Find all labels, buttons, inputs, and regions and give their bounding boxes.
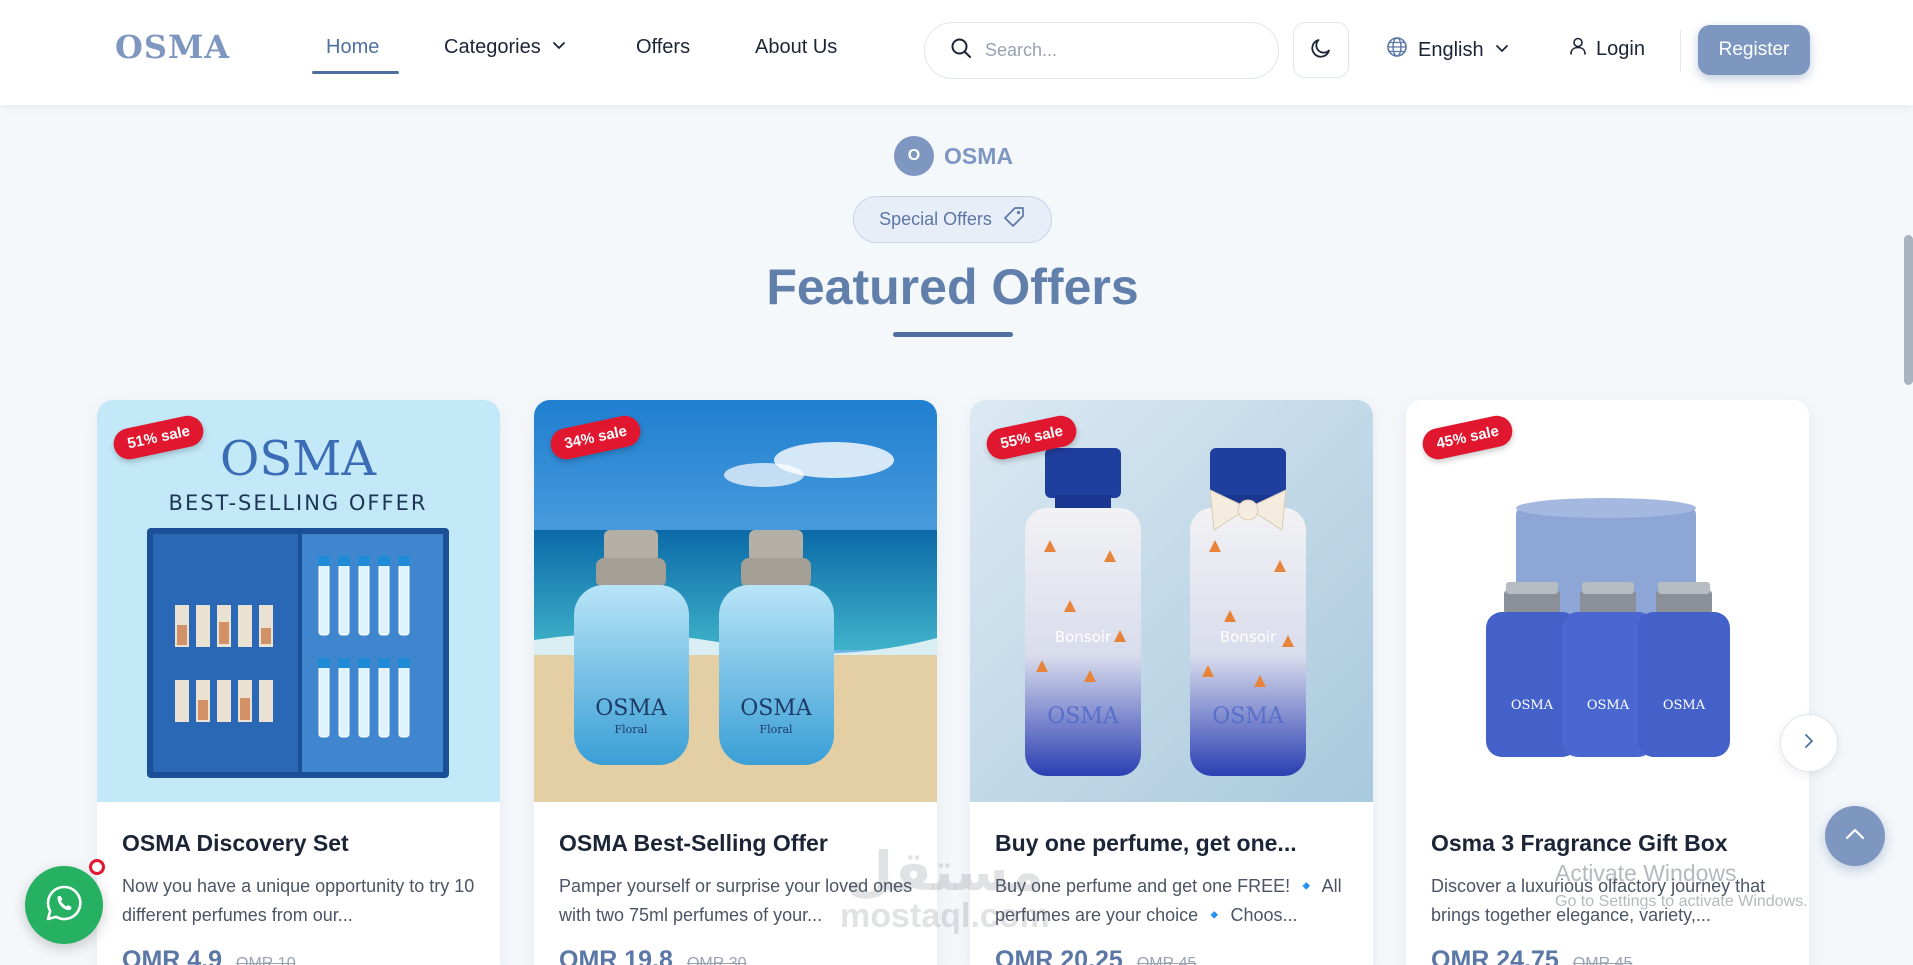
theme-toggle-button[interactable] bbox=[1293, 22, 1349, 78]
old-price: OMR 30 bbox=[686, 955, 747, 965]
nav-about-us[interactable]: About Us bbox=[755, 36, 837, 59]
login-link[interactable]: Login bbox=[1568, 36, 1645, 62]
old-price: OMR 45 bbox=[1136, 955, 1197, 965]
image-variant-text: Bonsoir bbox=[1055, 628, 1112, 646]
nav-divider bbox=[1680, 30, 1681, 72]
brand-name: OSMA bbox=[944, 142, 1013, 169]
nav-categories-label: Categories bbox=[444, 36, 541, 58]
image-brand-text: OSMA bbox=[1212, 704, 1285, 729]
language-label: English bbox=[1418, 38, 1484, 61]
chevron-up-icon bbox=[1842, 821, 1868, 852]
image-offer-text: BEST-SELLING OFFER bbox=[169, 491, 428, 515]
current-price: OMR 4.9 bbox=[122, 946, 223, 965]
whatsapp-icon bbox=[44, 883, 84, 928]
chevron-down-icon bbox=[1494, 39, 1510, 62]
image-variant-text: Floral bbox=[759, 723, 793, 736]
image-variant-text: Bonsoir bbox=[1220, 628, 1277, 646]
product-image[interactable]: OSMA OSMA OSMA bbox=[1406, 400, 1809, 802]
card-description: Now you have a unique opportunity to try… bbox=[122, 876, 475, 925]
nav-home[interactable]: Home bbox=[326, 36, 379, 59]
image-brand-text: OSMA bbox=[1047, 704, 1120, 729]
page-scrollbar[interactable] bbox=[1904, 235, 1913, 385]
nav-offers[interactable]: Offers bbox=[636, 36, 690, 59]
tag-icon bbox=[1002, 205, 1026, 234]
login-label: Login bbox=[1596, 37, 1645, 60]
activate-windows-overlay: Activate Windows Go to Settings to activ… bbox=[1555, 860, 1808, 911]
watermark-url: mostaql.com bbox=[840, 897, 1050, 935]
special-offers-label: Special Offers bbox=[879, 209, 992, 229]
image-brand-text: OSMA bbox=[1663, 698, 1706, 713]
chevron-right-icon bbox=[1800, 732, 1818, 755]
old-price: OMR 10 bbox=[236, 955, 296, 965]
product-image[interactable]: Bonsoir Bonsoir OSMA OSMA bbox=[970, 400, 1373, 802]
image-brand-text: OSMA bbox=[220, 431, 377, 487]
title-underline bbox=[893, 332, 1013, 337]
section-brand: O OSMA bbox=[894, 136, 1013, 176]
nav-about-label: About Us bbox=[755, 36, 838, 58]
image-brand-text: OSMA bbox=[1587, 698, 1630, 713]
image-brand-text: OSMA bbox=[1511, 698, 1554, 713]
special-offers-pill: Special Offers bbox=[853, 196, 1052, 243]
offer-card[interactable]: OSMA BEST-SELLING OFFER 51% sale OSMA Di… bbox=[97, 400, 500, 965]
card-price: OMR 4.9 OMR 10 bbox=[122, 946, 296, 965]
search-box bbox=[924, 22, 1279, 79]
current-price: OMR 19.8 bbox=[559, 946, 673, 965]
card-price: OMR 20.25 OMR 45 bbox=[995, 946, 1196, 965]
chevron-down-icon bbox=[551, 36, 567, 59]
brand-circle-icon: O bbox=[894, 136, 934, 176]
product-image[interactable]: OSMA BEST-SELLING OFFER bbox=[97, 400, 500, 802]
watermark: مستقل mostaql.com bbox=[840, 845, 1050, 933]
image-brand-text: OSMA bbox=[740, 696, 813, 721]
search-icon bbox=[949, 36, 973, 65]
section-title: Featured Offers bbox=[766, 259, 1139, 315]
logo[interactable]: OSMA bbox=[115, 28, 230, 66]
scroll-to-top-button[interactable] bbox=[1825, 806, 1885, 866]
card-price: OMR 24.75 OMR 45 bbox=[1431, 946, 1632, 965]
carousel-next-button[interactable] bbox=[1780, 714, 1838, 772]
card-title[interactable]: OSMA Discovery Set bbox=[122, 830, 482, 857]
search-input[interactable] bbox=[985, 40, 1245, 61]
card-title[interactable]: Osma 3 Fragrance Gift Box bbox=[1431, 830, 1791, 857]
register-button[interactable]: Register bbox=[1698, 25, 1810, 75]
current-price: OMR 24.75 bbox=[1431, 946, 1559, 965]
nav-active-underline bbox=[312, 71, 399, 74]
activate-title: Activate Windows bbox=[1555, 860, 1737, 886]
nav-offers-label: Offers bbox=[636, 36, 691, 58]
image-brand-text: OSMA bbox=[595, 696, 668, 721]
activate-subtitle: Go to Settings to activate Windows. bbox=[1555, 893, 1808, 910]
navbar: OSMA Home Categories Offers About Us Eng… bbox=[0, 0, 1913, 105]
product-image[interactable]: OSMA Floral OSMA Floral bbox=[534, 400, 937, 802]
globe-icon bbox=[1386, 36, 1408, 64]
card-price: OMR 19.8 OMR 30 bbox=[559, 946, 747, 965]
nav-categories[interactable]: Categories bbox=[444, 36, 567, 59]
user-icon bbox=[1568, 36, 1588, 62]
image-variant-text: Floral bbox=[614, 723, 648, 736]
nav-home-label: Home bbox=[326, 36, 380, 58]
notification-dot bbox=[89, 859, 105, 875]
current-price: OMR 20.25 bbox=[995, 946, 1123, 965]
watermark-arabic: مستقل bbox=[846, 842, 1044, 902]
language-selector[interactable]: English bbox=[1386, 36, 1510, 64]
moon-icon bbox=[1309, 36, 1333, 65]
whatsapp-button[interactable] bbox=[25, 866, 103, 944]
old-price: OMR 45 bbox=[1572, 955, 1633, 965]
